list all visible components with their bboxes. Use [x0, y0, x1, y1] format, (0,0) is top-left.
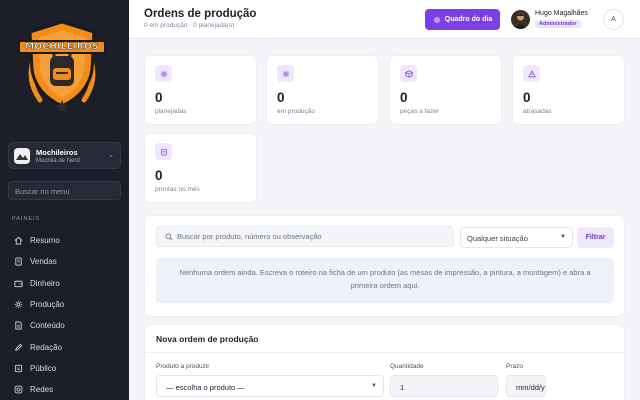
stat-label: em produção: [277, 108, 315, 115]
page-subtitle: 0 em produção · 0 planejada(s): [144, 22, 235, 29]
stat-value: 0: [400, 90, 408, 105]
chevron-down-icon: ▼: [371, 383, 377, 389]
stat-card-pieces-to-make: 0 peças a fazer: [389, 55, 502, 125]
home-icon: [14, 236, 23, 245]
wallet-icon: [14, 280, 23, 287]
pen-icon: [15, 343, 23, 351]
search-icon: [165, 233, 173, 241]
receipt-icon: [15, 257, 22, 266]
deadline-label: Prazo: [506, 363, 523, 370]
section-label: PAINÉIS: [12, 216, 41, 222]
sidebar-item-dinheiro[interactable]: Dinheiro: [8, 273, 121, 294]
sidebar-item-label: Público: [30, 363, 57, 373]
sidebar-item-label: Dinheiro: [30, 278, 60, 288]
sidebar-item-label: Resumo: [30, 236, 60, 246]
chevron-down-icon: ▼: [560, 234, 566, 240]
brand-logo[interactable]: MOCHILEIROS: [18, 18, 106, 114]
stat-card-late: 0 atrasadas: [512, 55, 625, 125]
gear-icon: [277, 65, 294, 82]
sidebar-item-label: Redação: [30, 342, 63, 352]
clipboard-icon: [155, 143, 172, 160]
sidebar-item-publico[interactable]: Público: [8, 358, 121, 379]
empty-state-message: Nenhuma ordem ainda. Escreva o roteiro n…: [156, 258, 614, 303]
sidebar: MOCHILEIROS Mochileiros Mochila de Nerd …: [0, 0, 129, 400]
user-avatar[interactable]: [511, 10, 530, 29]
store-switcher[interactable]: Mochileiros Mochila de Nerd ⌄: [8, 142, 121, 169]
sidebar-item-vendas[interactable]: Vendas: [8, 251, 121, 272]
stat-label: planejadas: [155, 108, 187, 115]
stat-label: prontas no mês: [155, 186, 200, 193]
sidebar-item-redacao[interactable]: Redação: [8, 336, 121, 357]
chevron-down-icon: ⌄: [108, 152, 114, 159]
daily-board-button[interactable]: Quadro do dia: [425, 9, 500, 30]
store-name: Mochileiros: [36, 148, 78, 157]
top-header: Ordens de produção 0 em produção · 0 pla…: [129, 0, 640, 39]
orders-filter-panel: Qualquer situação ▼ Filtrar Nenhuma orde…: [144, 215, 625, 317]
stat-label: peças a fazer: [400, 108, 440, 115]
quantity-label: Quantidade: [390, 363, 424, 370]
store-subtitle: Mochila de Nerd: [36, 158, 80, 164]
store-avatar: [14, 148, 30, 164]
divider: [145, 352, 624, 353]
sidebar-item-label: Produção: [30, 300, 65, 310]
sidebar-item-label: Conteúdo: [30, 321, 65, 331]
stat-label: atrasadas: [523, 108, 552, 115]
gear-icon: [14, 300, 23, 309]
stat-value: 0: [155, 90, 163, 105]
document-icon: [15, 321, 22, 330]
sidebar-item-redes[interactable]: Redes: [8, 379, 121, 400]
sidebar-item-conteudo[interactable]: Conteúdo: [8, 315, 121, 336]
instagram-icon: [14, 385, 23, 394]
sidebar-item-label: Redes: [30, 385, 54, 395]
menu-search-input[interactable]: Buscar no menu: [8, 181, 121, 200]
sidebar-item-producao[interactable]: Produção: [8, 294, 121, 315]
user-name: Hugo Magalhães: [535, 10, 588, 17]
page-title: Ordens de produção: [144, 8, 257, 20]
account-menu-button[interactable]: A: [603, 9, 624, 30]
sidebar-item-label: Vendas: [30, 257, 57, 267]
quantity-input[interactable]: 1: [390, 375, 498, 397]
product-label: Produto a produzir: [156, 363, 210, 370]
daily-board-label: Quadro do dia: [444, 16, 493, 23]
orders-search[interactable]: [156, 226, 454, 247]
sidebar-item-resumo[interactable]: Resumo: [8, 230, 121, 251]
deadline-input[interactable]: mm/dd/yyyy: [506, 375, 546, 397]
warning-icon: [523, 65, 540, 82]
stat-value: 0: [523, 90, 531, 105]
users-icon: [14, 364, 23, 373]
stat-card-in-production: 0 em produção: [266, 55, 379, 125]
stat-card-ready-this-month: 0 prontas no mês: [144, 133, 257, 203]
product-select-value: — escolha o produto —: [166, 383, 245, 392]
status-select-value: Qualquer situação: [467, 234, 528, 243]
brand-logo-banner: MOCHILEIROS: [18, 40, 106, 54]
user-role-badge: Administrador: [535, 20, 581, 28]
stat-card-planned: 0 planejadas: [144, 55, 257, 125]
new-order-title: Nova ordem de produção: [156, 334, 259, 344]
filter-button[interactable]: Filtrar: [577, 227, 614, 248]
product-select[interactable]: — escolha o produto — ▼: [156, 375, 384, 397]
orders-search-input[interactable]: [177, 227, 447, 246]
gear-icon: [433, 16, 441, 23]
box-icon: [400, 65, 417, 82]
new-order-panel: Nova ordem de produção Produto a produzi…: [144, 324, 625, 400]
stat-value: 0: [155, 168, 163, 183]
status-select[interactable]: Qualquer situação ▼: [460, 227, 573, 248]
sidebar-nav: Resumo Vendas Dinheiro Produção Conteúdo…: [8, 230, 121, 400]
stat-value: 0: [277, 90, 285, 105]
gear-icon: [155, 65, 172, 82]
